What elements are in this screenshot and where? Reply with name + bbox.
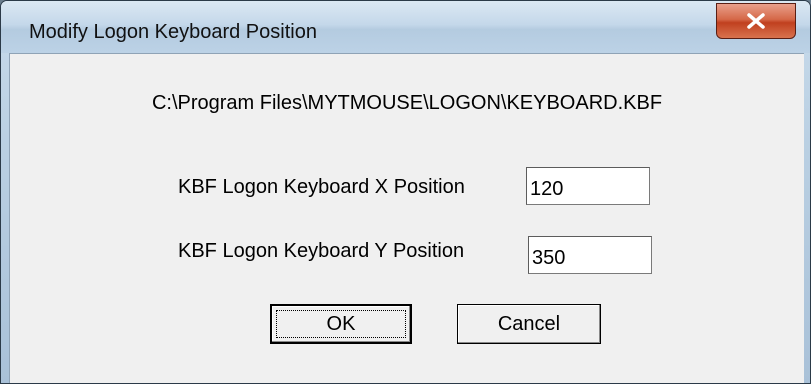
title-bar[interactable]: Modify Logon Keyboard Position	[1, 1, 810, 53]
ok-button[interactable]: OK	[270, 304, 412, 344]
window-title: Modify Logon Keyboard Position	[29, 21, 317, 43]
close-button[interactable]	[716, 3, 796, 39]
y-position-label: KBF Logon Keyboard Y Position	[178, 240, 465, 262]
file-path-label: C:\Program Files\MYTMOUSE\LOGON\KEYBOARD…	[151, 92, 663, 114]
x-position-label: KBF Logon Keyboard X Position	[178, 176, 465, 198]
cancel-button-label: Cancel	[497, 312, 561, 335]
dialog-window: Modify Logon Keyboard Position C:\Progra…	[0, 0, 811, 384]
ok-button-label: OK	[326, 312, 356, 335]
cancel-button[interactable]: Cancel	[457, 304, 601, 344]
y-position-input[interactable]	[528, 236, 652, 274]
close-icon	[745, 12, 767, 30]
x-position-input[interactable]	[526, 167, 650, 205]
dialog-body: C:\Program Files\MYTMOUSE\LOGON\KEYBOARD…	[9, 53, 804, 383]
